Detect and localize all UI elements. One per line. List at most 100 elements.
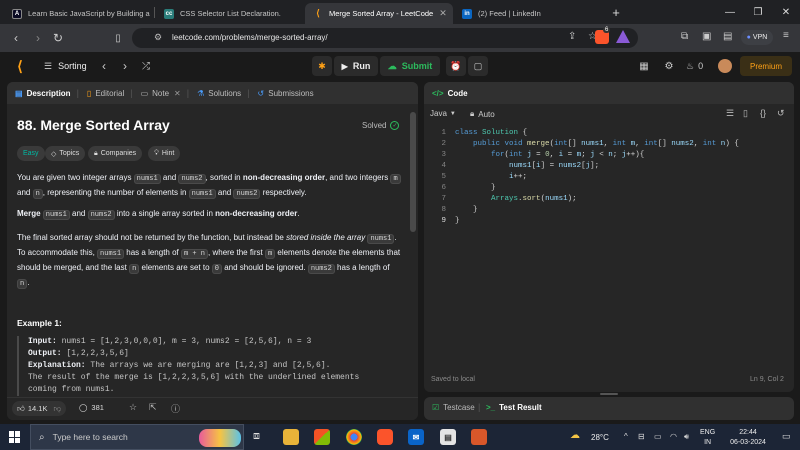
tab-submissions[interactable]: ↺ Submissions [258, 89, 314, 98]
topics-chip[interactable]: ◇ Topics [45, 146, 86, 161]
tab-solutions[interactable]: ⚗ Solutions [197, 89, 241, 98]
weather-icon[interactable]: ☁ [570, 430, 580, 441]
run-button[interactable]: ▶ Run [334, 56, 378, 76]
next-problem-icon[interactable]: › [119, 58, 131, 74]
vpn-button[interactable]: ● VPN [741, 30, 773, 45]
list-icon: ☰ [44, 60, 53, 71]
submit-button[interactable]: ☁ Submit [380, 56, 440, 76]
minimize-icon[interactable]: — [716, 0, 744, 24]
temperature[interactable]: 28°C [591, 433, 609, 442]
share-icon[interactable]: ⇱ [149, 402, 157, 413]
play-icon: ▶ [341, 61, 348, 71]
thumbs-down-icon[interactable]: 👎︎ [53, 404, 61, 414]
format-icon[interactable]: ☰ [726, 108, 734, 119]
like-button[interactable]: 👍︎ 14.1K 👎︎ [12, 401, 67, 416]
history-icon: ↺ [257, 88, 265, 98]
mail-icon[interactable]: ✉ [408, 429, 424, 445]
difficulty-badge[interactable]: Easy [17, 146, 45, 161]
settings-icon[interactable]: ⚙ [661, 58, 677, 74]
brave-icon[interactable] [377, 429, 393, 445]
battery-icon[interactable]: ▭ [654, 432, 662, 441]
site-info-icon[interactable]: ⚙ [154, 32, 162, 43]
url-text[interactable]: leetcode.com/problems/merge-sorted-array… [172, 33, 328, 42]
comments-button[interactable]: ◯ 381 [79, 403, 104, 412]
brave-rewards-icon[interactable] [616, 30, 630, 43]
avatar[interactable] [718, 59, 732, 73]
braces-icon[interactable]: {} [760, 108, 766, 118]
auto-mode-toggle[interactable]: 🔒︎ Auto [470, 109, 495, 119]
menu-icon[interactable]: ≡ [783, 30, 789, 41]
url-bar[interactable]: ⚙ leetcode.com/problems/merge-sorted-arr… [132, 28, 638, 48]
tab-testcase[interactable]: ☑ Testcase [432, 403, 475, 412]
app-icon[interactable] [471, 429, 487, 445]
notepad-icon[interactable]: ▤ [440, 429, 456, 445]
reset-icon[interactable]: ↺ [777, 108, 785, 119]
tab-test-result[interactable]: >_ Test Result [486, 403, 542, 412]
tab-label: Learn Basic JavaScript by Building a [28, 9, 150, 18]
extensions-icon[interactable]: ⧉ [681, 31, 688, 42]
example-block: Input: nums1 = [1,2,3,0,0,0], m = 3, num… [17, 336, 401, 396]
new-tab-button[interactable]: + [602, 0, 630, 24]
network-icon[interactable]: ⊟ [638, 432, 645, 441]
description-footer [7, 397, 418, 420]
back-icon[interactable]: ‹ [8, 30, 24, 46]
taskbar-search[interactable]: ⌕ Type here to search [30, 424, 244, 450]
browser-tab-leetcode[interactable]: ⟨ Merge Sorted Array - LeetCode ✕ [305, 3, 453, 24]
premium-button[interactable]: Premium [740, 56, 792, 76]
close-tab-icon[interactable]: ✕ [433, 8, 447, 19]
timer-icon[interactable]: ⏰ [446, 56, 466, 76]
browser-tab-css-selector[interactable]: cc CSS Selector List Declaration. [156, 3, 304, 24]
hint-chip[interactable]: 💡︎ Hint [148, 146, 181, 161]
checkbox-icon: ☑ [432, 403, 440, 412]
bookmark-star-icon[interactable]: ☆ [129, 402, 137, 413]
solved-status: Solved ✓ [362, 121, 400, 130]
browser-tab-linkedin[interactable]: in (2) Feed | LinkedIn [454, 3, 602, 24]
browser-tab-freecodecamp[interactable]: A Learn Basic JavaScript by Building a [4, 3, 152, 24]
bookmark-icon[interactable]: ▯ [110, 30, 126, 46]
tab-label: CSS Selector List Declaration. [180, 9, 281, 18]
code-line: 1 class Solution { [441, 129, 528, 137]
microsoft-store-icon[interactable] [314, 429, 330, 445]
tab-editorial[interactable]: ▯ Editorial [87, 89, 124, 98]
notifications-icon[interactable]: ▭ [782, 431, 791, 442]
volume-icon[interactable]: 🔊︎ [684, 432, 689, 442]
chevron-up-icon[interactable]: ^ [624, 432, 628, 441]
close-icon[interactable]: ✕ [174, 89, 181, 98]
resize-handle[interactable] [600, 393, 618, 395]
debug-icon[interactable]: ✱ [312, 56, 332, 76]
wifi-icon[interactable]: ◠ [670, 432, 677, 441]
prev-problem-icon[interactable]: ‹ [98, 58, 110, 74]
language-select[interactable]: Java ▼ [430, 109, 456, 118]
wallet-icon[interactable]: ▤ [723, 31, 732, 42]
problem-list-button[interactable]: ☰ Sorting [44, 58, 87, 74]
cursor-position: Ln 9, Col 2 [750, 376, 784, 383]
linkedin-icon: in [462, 8, 472, 19]
share-icon[interactable]: ⇪ [568, 31, 576, 42]
lock-icon: 🔒︎ [470, 109, 475, 118]
task-view-icon[interactable]: ⧈ [253, 430, 260, 443]
layout-icon[interactable]: ▦ [636, 58, 652, 74]
freecodecamp-icon: A [12, 8, 22, 19]
tab-code[interactable]: </> Code [432, 89, 468, 98]
reload-icon[interactable]: ↻ [50, 30, 66, 46]
restore-icon[interactable]: ❐ [744, 0, 772, 24]
description-scrollbar[interactable] [410, 112, 416, 232]
language-indicator[interactable]: ENG IN [700, 428, 715, 448]
forward-icon[interactable]: › [30, 30, 46, 46]
close-window-icon[interactable]: ✕ [772, 0, 800, 24]
windows-start-icon[interactable] [9, 431, 21, 443]
leetcode-logo-icon[interactable]: ⟨ [12, 58, 28, 74]
notes-icon[interactable]: ▢ [468, 56, 488, 76]
sidebar-icon[interactable]: ▣ [702, 31, 711, 42]
tab-description[interactable]: ▤ Description [15, 89, 71, 98]
file-explorer-icon[interactable] [283, 429, 299, 445]
chrome-icon[interactable] [346, 429, 362, 445]
tab-note[interactable]: ▭ Note ✕ [141, 89, 181, 98]
companies-chip[interactable]: 🔒︎ Companies [88, 146, 143, 161]
shuffle-icon[interactable]: ⤮ [140, 58, 152, 74]
clock[interactable]: 22:44 06-03-2024 [724, 428, 772, 448]
streak-counter[interactable]: ♨ 0 [686, 58, 703, 74]
bookmark-icon[interactable]: ▯ [743, 108, 748, 119]
help-icon[interactable]: ⓘ [171, 402, 180, 415]
browser-tab-strip: A Learn Basic JavaScript by Building a c… [0, 0, 800, 24]
